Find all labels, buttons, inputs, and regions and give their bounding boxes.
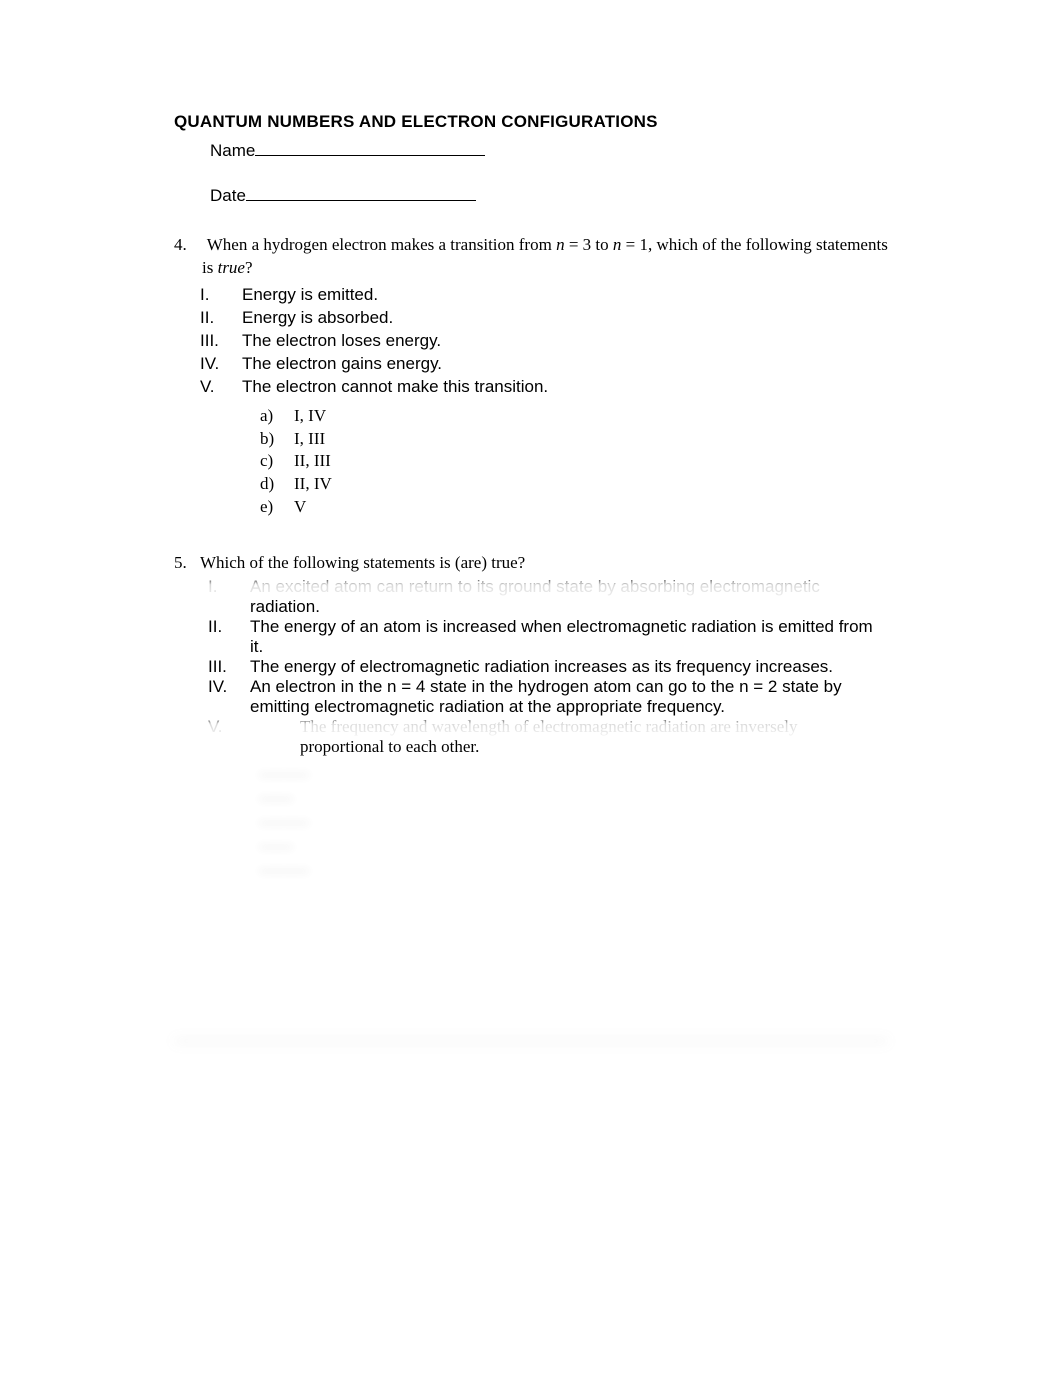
worksheet-page: QUANTUM NUMBERS AND ELECTRON CONFIGURATI… [0,0,1062,1377]
name-field-row: Name [210,138,888,161]
q4-line2-prefix: is [202,258,218,277]
q4-eq2: = 1, which of the following statements [621,235,887,254]
q4-stem-line1: 4. When a hydrogen electron makes a tran… [174,234,888,257]
choice-letter: d) [260,473,294,496]
obscured-line: —— [260,787,888,811]
choice-letter: a) [260,405,294,428]
roman-text: An electron in the n = 4 state in the hy… [250,677,888,717]
question-5: 5. Which of the following statements is … [174,553,888,883]
roman-text: An excited atom can return to its ground… [250,577,888,617]
q4-choices: a)I, IV b)I, III c)II, III d)II, IV e)V [260,405,888,520]
roman-numeral: II. [200,307,242,330]
obscured-line: —— [260,835,888,859]
q4-true: true [218,258,245,277]
choice-row[interactable]: b)I, III [260,428,888,451]
roman-numeral: I. [200,284,242,307]
obscured-line: ——— [260,763,888,787]
list-item: IV.The electron gains energy. [200,353,888,376]
roman-numeral: IV. [208,677,250,717]
roman-text: The electron cannot make this transition… [242,376,888,399]
page-title: QUANTUM NUMBERS AND ELECTRON CONFIGURATI… [174,112,888,132]
list-item: V.The electron cannot make this transiti… [200,376,888,399]
date-blank[interactable] [246,183,476,201]
name-blank[interactable] [255,138,485,156]
roman-text: The energy of an atom is increased when … [250,617,888,657]
q5-obscured-choices: ——— —— ——— —— ——— [260,763,888,883]
choice-text: V [294,496,888,519]
q4-line2-suffix: ? [245,258,253,277]
roman-numeral: III. [200,330,242,353]
q4-number: 4. [174,234,202,257]
list-item: V. The frequency and wavelength of elect… [208,717,888,757]
roman-text: The frequency and wavelength of electrom… [250,717,888,757]
choice-text: I, III [294,428,888,451]
list-item: I.Energy is emitted. [200,284,888,307]
q5-number: 5. [174,553,196,573]
choice-row[interactable]: d)II, IV [260,473,888,496]
name-label: Name [210,141,255,160]
choice-letter: b) [260,428,294,451]
choice-letter: e) [260,496,294,519]
roman-numeral: I. [208,577,250,617]
roman-text: The electron gains energy. [242,353,888,376]
roman-text: Energy is emitted. [242,284,888,307]
choice-text: I, IV [294,405,888,428]
roman-numeral: V. [208,717,250,757]
roman-numeral: II. [208,617,250,657]
question-4: 4. When a hydrogen electron makes a tran… [174,234,888,519]
obscured-line: ——— [260,811,888,835]
q4-stem: When a hydrogen electron makes a transit… [207,235,888,254]
choice-text: II, III [294,450,888,473]
list-item: IV. An electron in the n = 4 state in th… [208,677,888,717]
q5-stem-text: Which of the following statements is (ar… [200,553,525,572]
choice-text: II, IV [294,473,888,496]
list-item: I. An excited atom can return to its gro… [208,577,888,617]
choice-letter: c) [260,450,294,473]
obscured-line: ——— [260,859,888,883]
roman-numeral: V. [200,376,242,399]
list-item: III. The energy of electromagnetic radia… [208,657,888,677]
preview-bottom-fade [174,1040,888,1072]
list-item: III.The electron loses energy. [200,330,888,353]
choice-row[interactable]: a)I, IV [260,405,888,428]
q4-n1: n [556,235,565,254]
q5-roman-list: I. An excited atom can return to its gro… [208,577,888,757]
q4-eq1: = 3 to [565,235,613,254]
roman-text: The energy of electromagnetic radiation … [250,657,888,677]
q4-roman-list: I.Energy is emitted. II.Energy is absorb… [200,284,888,399]
choice-row[interactable]: c)II, III [260,450,888,473]
list-item: II. The energy of an atom is increased w… [208,617,888,657]
choice-row[interactable]: e)V [260,496,888,519]
roman-text: The electron loses energy. [242,330,888,353]
q4-stem-line2: is true? [202,258,253,277]
date-label: Date [210,186,246,205]
roman-numeral: IV. [200,353,242,376]
roman-numeral: III. [208,657,250,677]
list-item: II.Energy is absorbed. [200,307,888,330]
roman-text: Energy is absorbed. [242,307,888,330]
q4-stem-prefix: When a hydrogen electron makes a transit… [207,235,556,254]
date-field-row: Date [210,183,888,206]
